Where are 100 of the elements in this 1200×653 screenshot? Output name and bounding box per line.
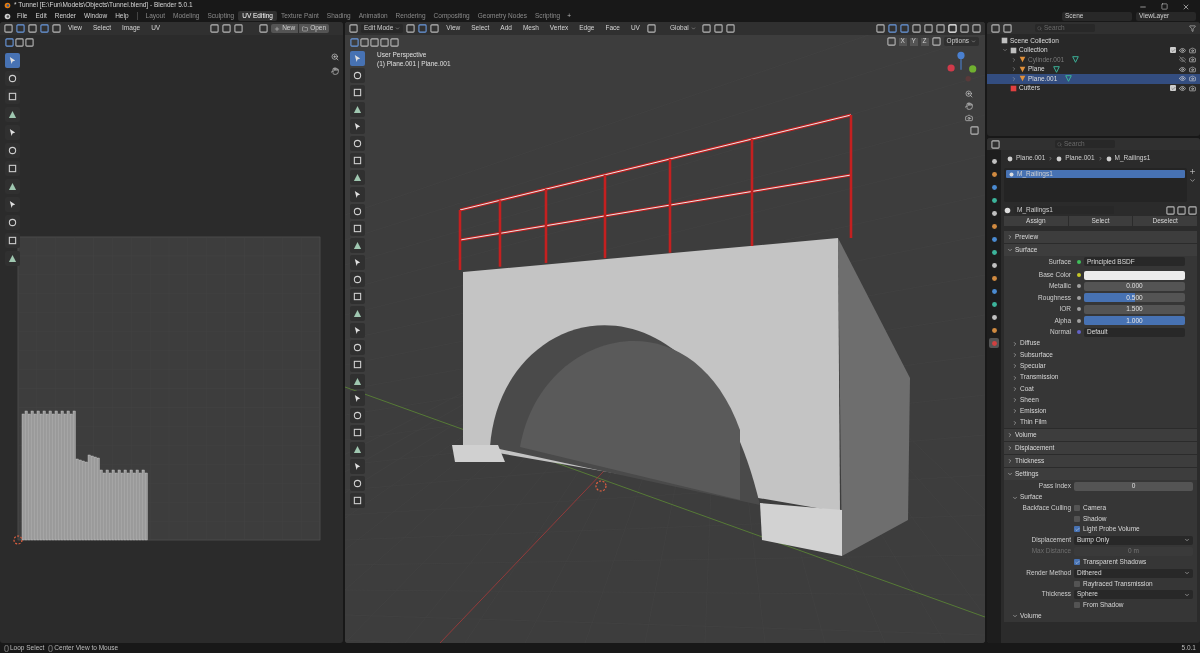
toggle-icon [259, 24, 269, 33]
tool-button[interactable] [350, 408, 365, 423]
tool-button[interactable] [350, 221, 365, 236]
tool-button[interactable] [350, 476, 365, 491]
properties-tab[interactable] [989, 221, 999, 231]
properties-tab[interactable] [989, 325, 999, 335]
material-icon [1105, 155, 1112, 162]
object-icon [1007, 155, 1013, 162]
chevron-icon [395, 26, 401, 31]
tool-button[interactable] [350, 374, 365, 389]
tool-button[interactable] [5, 89, 20, 104]
eye-icon[interactable] [1179, 84, 1186, 92]
tool-button[interactable] [5, 125, 20, 140]
tool-button[interactable] [5, 197, 20, 212]
zoom-icon[interactable] [965, 90, 973, 98]
tool-button[interactable] [350, 238, 365, 253]
tool-button[interactable] [350, 493, 365, 508]
tool-button[interactable] [350, 102, 365, 117]
tool-button[interactable] [350, 357, 365, 372]
chevron-icon [1184, 591, 1190, 598]
checkbox[interactable] [1074, 505, 1080, 512]
tool-button[interactable] [350, 204, 365, 219]
tool-button[interactable] [5, 53, 20, 68]
checkbox[interactable] [1074, 602, 1080, 609]
properties-tab[interactable] [989, 312, 999, 322]
properties-tab[interactable] [989, 156, 999, 166]
tool-button[interactable] [350, 442, 365, 457]
mesh-data-icon [1072, 56, 1080, 64]
eye-icon[interactable] [1179, 46, 1186, 54]
tool-button[interactable] [5, 107, 20, 122]
camera-icon[interactable] [965, 114, 973, 122]
tool-button[interactable] [350, 136, 365, 151]
tool-button[interactable] [350, 170, 365, 185]
check-icon [1074, 559, 1080, 565]
close-icon[interactable] [1182, 2, 1190, 11]
properties-tab[interactable] [989, 208, 999, 218]
tool-button[interactable] [350, 289, 365, 304]
checkbox[interactable] [1074, 526, 1080, 533]
properties-tab[interactable] [989, 169, 999, 179]
checkbox[interactable] [1074, 559, 1080, 566]
breadcrumb-separator-icon [1097, 156, 1103, 161]
mesh-data-icon [1056, 155, 1063, 162]
tool-button[interactable] [350, 323, 365, 338]
tool-button[interactable] [350, 255, 365, 270]
material-icon [1009, 171, 1014, 177]
tool-button[interactable] [5, 233, 20, 248]
checkbox[interactable] [1074, 580, 1080, 587]
slot-menu-icon[interactable] [1189, 177, 1196, 184]
check-icon [1170, 47, 1176, 53]
tool-button[interactable] [5, 143, 20, 158]
tool-button[interactable] [350, 119, 365, 134]
material-icon [1004, 206, 1011, 214]
chevron-icon [1012, 494, 1018, 501]
tool-button[interactable] [350, 306, 365, 321]
color-swatch[interactable] [1084, 270, 1185, 280]
camera-icon[interactable] [1189, 75, 1196, 83]
toggle-icon [991, 139, 1000, 149]
camera-icon[interactable] [1189, 56, 1196, 64]
tool-button[interactable] [5, 71, 20, 86]
zoom-icon[interactable] [331, 53, 339, 61]
camera-icon[interactable] [1189, 46, 1196, 54]
filter-icon[interactable] [1189, 24, 1196, 32]
tool-button[interactable] [350, 85, 365, 100]
properties-tab[interactable] [989, 273, 999, 283]
tool-button[interactable] [5, 161, 20, 176]
plus-icon [274, 25, 281, 32]
tool-button[interactable] [5, 179, 20, 194]
properties-tab[interactable] [989, 247, 999, 257]
chevron-icon [1184, 537, 1190, 544]
properties-tab[interactable] [989, 286, 999, 296]
tool-button[interactable] [350, 68, 365, 83]
add-slot-icon[interactable] [1189, 168, 1196, 175]
properties-tab[interactable] [989, 182, 999, 192]
eye-icon[interactable] [1179, 75, 1186, 83]
include-checkbox[interactable] [1170, 47, 1176, 54]
properties-tab[interactable] [989, 260, 999, 270]
checkbox[interactable] [1074, 515, 1080, 522]
toggle-icon [646, 24, 656, 33]
chevron-icon [1184, 570, 1190, 577]
pan-hand-icon[interactable] [331, 67, 339, 75]
camera-icon[interactable] [1189, 65, 1196, 73]
tool-button[interactable] [5, 251, 20, 266]
properties-tab[interactable] [989, 299, 999, 309]
search-icon [1037, 25, 1042, 31]
properties-tab[interactable] [989, 195, 999, 205]
eye-icon[interactable] [1179, 65, 1186, 73]
folder-icon [302, 25, 309, 32]
tool-button[interactable] [350, 459, 365, 474]
tool-button[interactable] [350, 272, 365, 287]
maximize-icon[interactable] [1161, 2, 1168, 10]
tool-button[interactable] [350, 187, 365, 202]
tool-button[interactable] [350, 153, 365, 168]
tool-button[interactable] [350, 391, 365, 406]
tool-button[interactable] [350, 340, 365, 355]
pan-hand-icon[interactable] [965, 102, 973, 110]
camera-icon[interactable] [1189, 84, 1196, 92]
include-checkbox[interactable] [1170, 85, 1176, 92]
properties-tab[interactable] [989, 234, 999, 244]
tool-button[interactable] [350, 425, 365, 440]
tool-button[interactable] [5, 215, 20, 230]
